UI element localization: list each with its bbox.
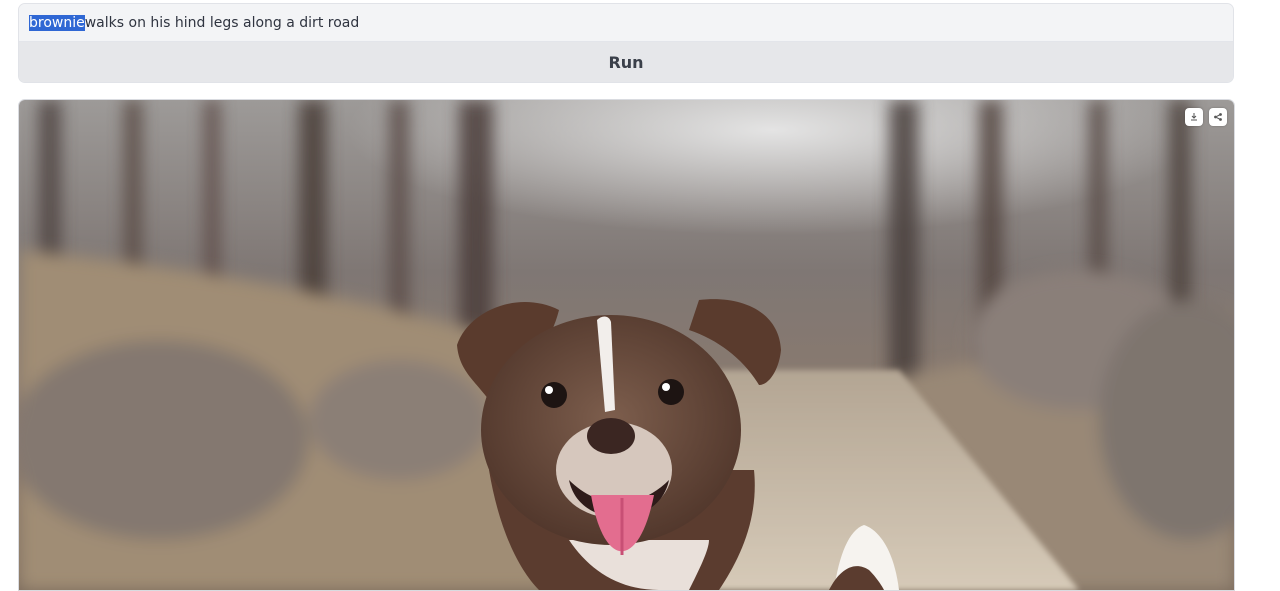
download-icon [1191, 113, 1197, 121]
share-icon [1214, 113, 1222, 121]
share-button[interactable] [1209, 108, 1227, 126]
prompt-panel: brownie walks on his hind legs along a d… [18, 3, 1234, 83]
run-button[interactable]: Run [19, 42, 1233, 82]
output-image-panel [18, 99, 1235, 591]
prompt-text: walks on his hind legs along a dirt road [84, 14, 360, 31]
selected-text: brownie [29, 14, 85, 31]
download-button[interactable] [1185, 108, 1203, 126]
prompt-input[interactable]: brownie walks on his hind legs along a d… [19, 4, 1233, 42]
dog-photo [19, 100, 1234, 590]
